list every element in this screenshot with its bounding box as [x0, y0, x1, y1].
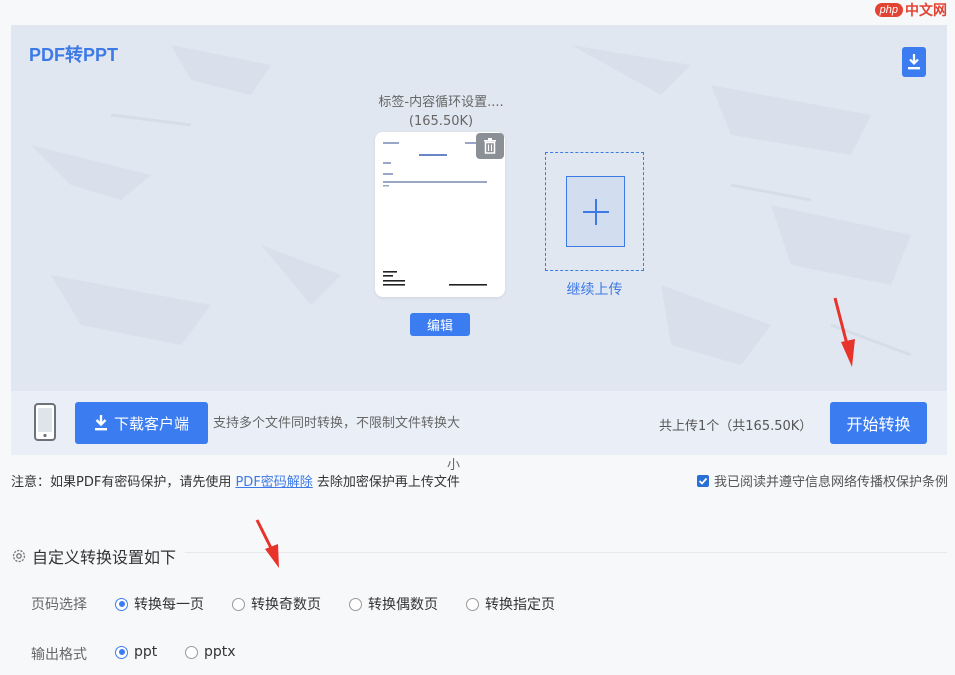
start-convert-button[interactable]: 开始转换 — [830, 402, 927, 444]
radio-unselected-icon[interactable] — [349, 597, 362, 611]
radio-label[interactable]: 转换偶数页 — [368, 594, 438, 614]
radio-convert-every-page[interactable]: 转换每一页 — [115, 594, 204, 614]
plus-icon — [582, 198, 609, 225]
radio-label[interactable]: 转换每一页 — [134, 594, 204, 614]
watermark-text: 中文网 — [905, 3, 947, 19]
download-icon — [94, 415, 107, 431]
settings-heading-text: 自定义转换设置如下 — [32, 548, 177, 567]
watermark-badge: php — [874, 3, 903, 17]
agreement-label[interactable]: 我已阅读并遵守信息网络传播权保护条例 — [714, 471, 948, 490]
page-title: PDF转PPT — [29, 45, 119, 65]
radio-selected-icon[interactable] — [115, 645, 128, 659]
add-file-tile[interactable] — [566, 176, 625, 247]
action-bar: 下载客户端 支持多个文件同时转换，不限制文件转换大 小 共上传1个（共165.5… — [11, 391, 947, 473]
password-notice: 注意：如果PDF有密码保护，请先使用 PDF密码解除 去除加密保护再上传文件 — [11, 471, 460, 490]
gear-icon — [12, 549, 26, 563]
download-client-label: 下载客户端 — [113, 414, 189, 433]
download-client-button[interactable]: 下载客户端 — [75, 402, 208, 444]
continue-upload-dropzone[interactable] — [545, 152, 644, 271]
checkbox-checked-icon[interactable] — [697, 474, 709, 487]
radio-unselected-icon[interactable] — [185, 645, 198, 659]
upload-count: 共上传1个（共165.50K） — [659, 419, 813, 434]
page-select-label: 页码选择 — [31, 597, 87, 613]
upload-panel: PDF转PPT 标签-内容循环设置.... (165.50K) 编辑 继续上传 — [11, 25, 947, 391]
pdf-unlock-link[interactable]: PDF密码解除 — [235, 475, 312, 490]
download-corner-button[interactable] — [902, 47, 926, 77]
radio-unselected-icon[interactable] — [466, 597, 479, 611]
settings-divider — [185, 552, 947, 553]
file-name: 标签-内容循环设置.... — [378, 95, 504, 110]
radio-unselected-icon[interactable] — [232, 597, 245, 611]
edit-button[interactable]: 编辑 — [410, 313, 470, 336]
annotation-arrow-settings — [255, 519, 279, 568]
radio-convert-specified-pages[interactable]: 转换指定页 — [466, 594, 555, 614]
file-info: 标签-内容循环设置.... (165.50K) — [351, 93, 531, 131]
file-size: (165.50K) — [408, 114, 474, 129]
settings-heading: 自定义转换设置如下 — [11, 544, 176, 568]
notice-suffix: 去除加密保护再上传文件 — [312, 475, 460, 490]
radio-format-ppt[interactable]: ppt — [115, 644, 157, 660]
radio-convert-odd-pages[interactable]: 转换奇数页 — [232, 594, 321, 614]
radio-format-pptx[interactable]: pptx — [185, 644, 236, 660]
radio-label[interactable]: 转换奇数页 — [251, 594, 321, 614]
delete-file-button[interactable] — [476, 133, 504, 159]
output-format-label: 输出格式 — [31, 647, 87, 663]
notice-prefix: 注意：如果PDF有密码保护，请先使用 — [11, 475, 236, 490]
radio-label[interactable]: 转换指定页 — [485, 594, 555, 614]
phone-icon — [34, 403, 56, 441]
download-icon — [908, 54, 920, 70]
trash-icon — [484, 138, 496, 154]
radio-label[interactable]: pptx — [204, 644, 236, 660]
watermark: php 中文网 — [874, 0, 947, 20]
continue-upload-label[interactable]: 继续上传 — [545, 279, 644, 299]
radio-selected-icon[interactable] — [115, 597, 128, 611]
agreement-checkbox[interactable]: 我已阅读并遵守信息网络传播权保护条例 — [697, 471, 948, 490]
radio-convert-even-pages[interactable]: 转换偶数页 — [349, 594, 438, 614]
radio-label[interactable]: ppt — [134, 644, 157, 660]
support-text: 支持多个文件同时转换，不限制文件转换大 — [213, 416, 461, 431]
